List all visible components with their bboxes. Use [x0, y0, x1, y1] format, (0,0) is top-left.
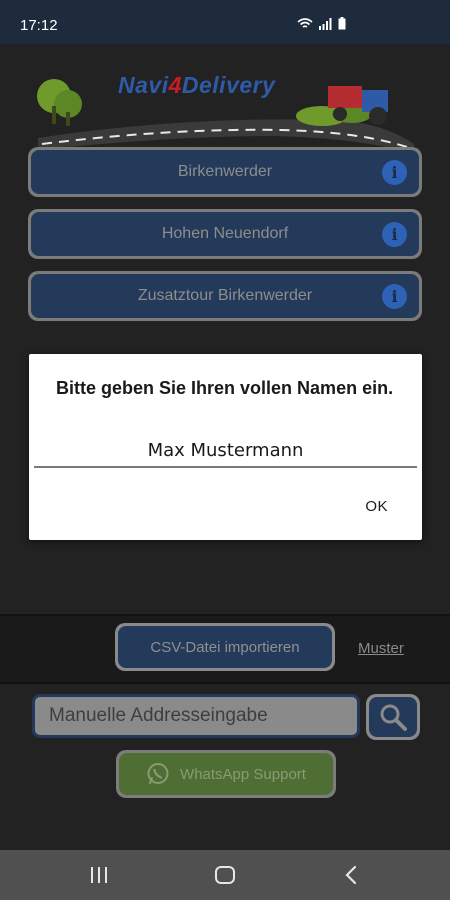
navi4delivery-logo: Navi4Delivery — [32, 60, 418, 154]
tour-button-inner: Birkenwerder i — [31, 150, 419, 194]
logo-title: Navi4Delivery — [118, 72, 275, 99]
search-button-inner — [369, 697, 417, 737]
name-input-dialog: Bitte geben Sie Ihren vollen Namen ein. … — [29, 354, 422, 540]
whatsapp-support-label: WhatsApp Support — [180, 765, 306, 783]
dialog-message: Bitte geben Sie Ihren vollen Namen ein. — [56, 378, 394, 398]
wifi-icon — [297, 17, 313, 28]
back-icon[interactable] — [336, 862, 366, 888]
logo-text-four: 4 — [168, 72, 182, 98]
whatsapp-support-inner: WhatsApp Support — [119, 753, 333, 795]
csv-import-button[interactable]: CSV-Datei importieren — [115, 623, 335, 671]
ok-button[interactable]: OK — [365, 498, 388, 515]
divider — [0, 682, 450, 684]
address-input[interactable] — [32, 694, 360, 738]
tour-label: Zusatztour Birkenwerder — [137, 287, 313, 304]
search-icon — [380, 704, 407, 731]
whatsapp-icon — [147, 763, 169, 784]
tour-button-zusatztour-birkenwerder[interactable]: Zusatztour Birkenwerder i — [28, 271, 422, 321]
recent-apps-icon[interactable] — [84, 862, 114, 888]
whatsapp-support-button[interactable]: WhatsApp Support — [116, 750, 336, 798]
status-icons — [297, 17, 346, 30]
system-nav-bar — [0, 850, 450, 900]
tour-button-hohen-neuendorf[interactable]: Hohen Neuendorf i — [28, 209, 422, 259]
tour-label: Hohen Neuendorf — [161, 225, 289, 242]
tour-button-inner: Hohen Neuendorf i — [31, 212, 419, 256]
info-icon[interactable]: i — [382, 160, 407, 185]
home-icon[interactable] — [210, 862, 240, 888]
tour-button-inner: Zusatztour Birkenwerder i — [31, 274, 419, 318]
logo-text-navi: Navi — [118, 72, 169, 98]
tour-label: Birkenwerder — [177, 163, 273, 180]
muster-link[interactable]: Muster — [358, 640, 404, 657]
info-icon[interactable]: i — [382, 284, 407, 309]
info-icon[interactable]: i — [382, 222, 407, 247]
tour-button-birkenwerder[interactable]: Birkenwerder i — [28, 147, 422, 197]
csv-import-label: CSV-Datei importieren — [118, 626, 332, 668]
full-name-input[interactable] — [34, 434, 417, 468]
search-button[interactable] — [366, 694, 420, 740]
status-time: 17:12 — [20, 17, 58, 34]
status-bar: 17:12 — [0, 0, 450, 44]
logo-text-delivery: Delivery — [181, 72, 276, 98]
battery-icon — [338, 17, 346, 30]
signal-icon — [319, 17, 332, 30]
